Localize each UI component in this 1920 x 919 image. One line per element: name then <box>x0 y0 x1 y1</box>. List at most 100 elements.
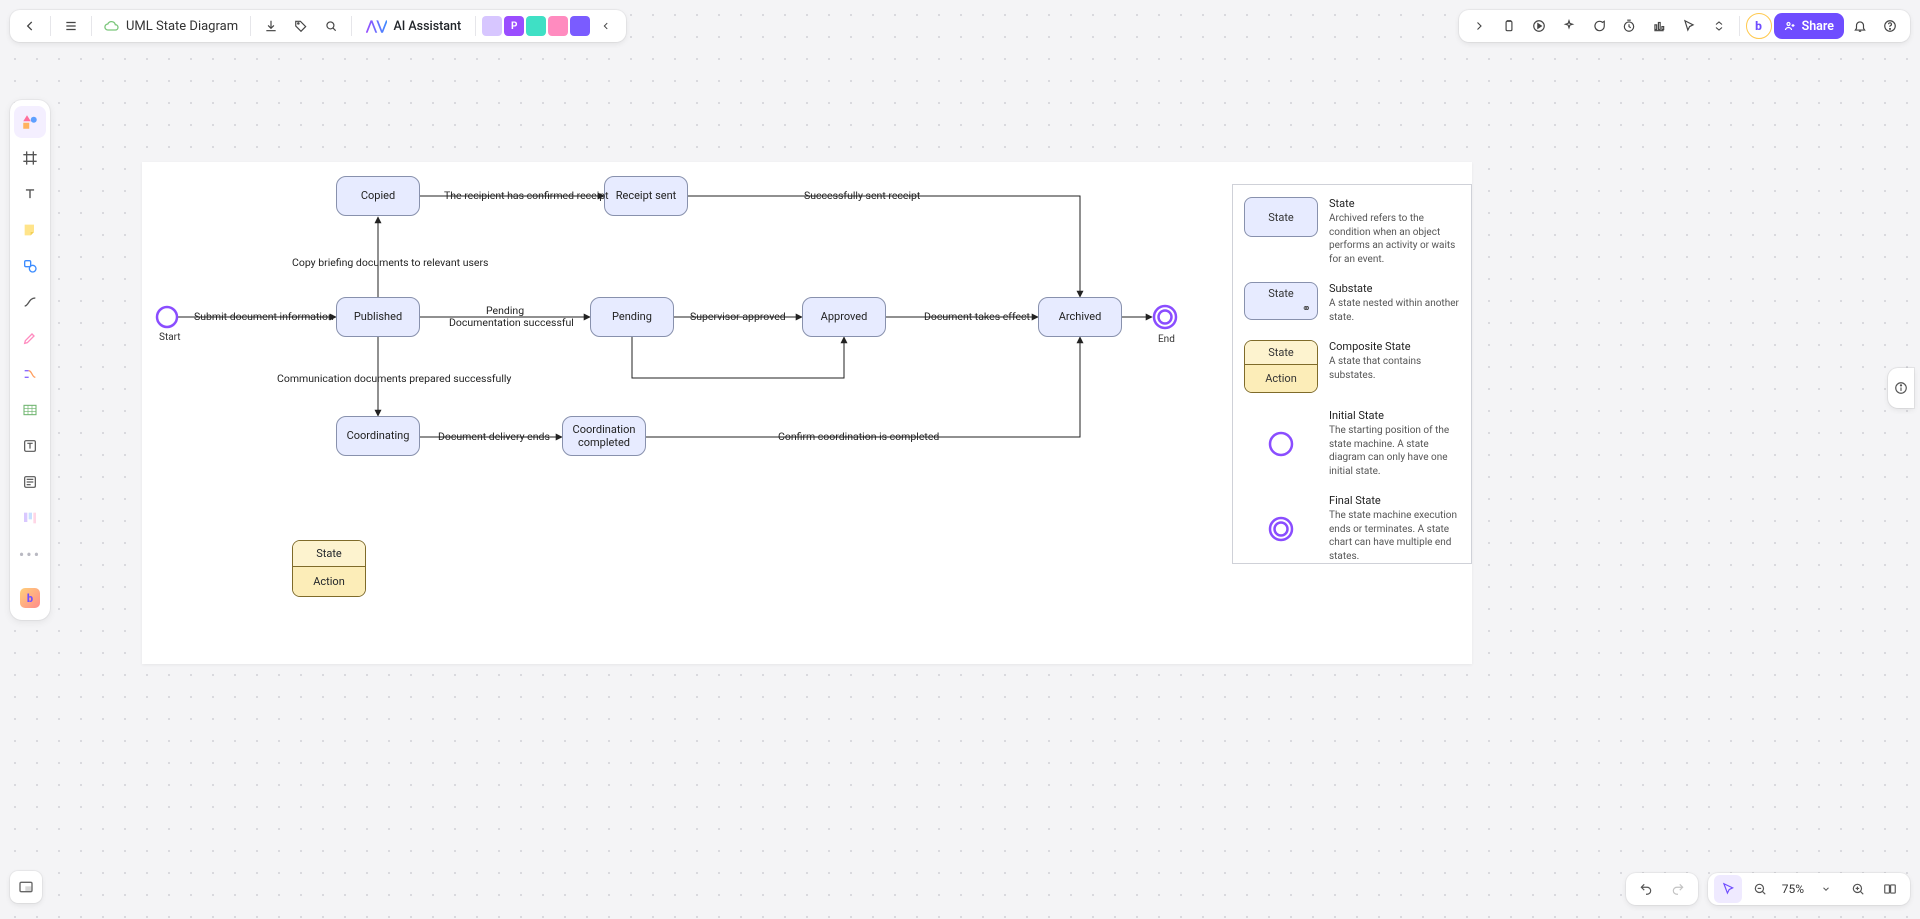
legend-row-final: Final State The state machine execution … <box>1243 494 1461 563</box>
text-box-button[interactable] <box>14 430 46 462</box>
edge-label: Communication documents prepared success… <box>277 372 511 385</box>
kanban-tool-button[interactable] <box>14 502 46 534</box>
state-approved[interactable]: Approved <box>802 297 886 337</box>
text-tool-button[interactable] <box>14 178 46 210</box>
collapse-collaborators-button[interactable] <box>592 12 620 40</box>
composite-state-example[interactable]: State Action <box>292 540 366 597</box>
info-panel-toggle[interactable] <box>1888 368 1914 408</box>
top-right-toolbar: b Share <box>1459 10 1910 42</box>
ai-logo-icon: ⋀⋁ <box>366 19 387 34</box>
ai-assistant-button[interactable]: ⋀⋁ AI Assistant <box>358 12 469 40</box>
edge-label: Document delivery ends <box>438 430 550 443</box>
shape-tool-button[interactable] <box>14 250 46 282</box>
fit-view-button[interactable] <box>1876 875 1904 903</box>
state-receipt-sent[interactable]: Receipt sent <box>604 176 688 216</box>
more-tools-button[interactable]: ••• <box>14 538 46 570</box>
expand-left-button[interactable] <box>1465 12 1493 40</box>
share-icon <box>1784 20 1796 32</box>
list-tool-button[interactable] <box>14 466 46 498</box>
zoom-in-button[interactable] <box>1844 875 1872 903</box>
search-button[interactable] <box>317 12 345 40</box>
legend-substate-icon: State ⚭ <box>1244 282 1318 320</box>
edge-label: Submit document information <box>194 310 334 323</box>
legend-title: Composite State <box>1329 340 1461 353</box>
collaborator-avatar[interactable] <box>482 16 502 36</box>
legend-row-state: State State Archived refers to the condi… <box>1243 197 1461 266</box>
legend-row-initial: Initial State The starting position of t… <box>1243 409 1461 478</box>
state-pending[interactable]: Pending <box>590 297 674 337</box>
cloud-icon <box>104 18 120 34</box>
sparkle-button[interactable] <box>1555 12 1583 40</box>
flow-tool-button[interactable] <box>14 358 46 390</box>
collaborator-avatar[interactable] <box>570 16 590 36</box>
menu-button[interactable] <box>57 12 85 40</box>
edge-label: Documentation successful <box>449 316 574 329</box>
initial-state-label: Start <box>159 332 181 343</box>
legend-desc: The state machine execution ends or term… <box>1329 509 1461 563</box>
timer-button[interactable] <box>1615 12 1643 40</box>
substate-link-icon: ⚭ <box>1302 302 1311 315</box>
connector-tool-button[interactable] <box>14 286 46 318</box>
brand-badge[interactable]: b <box>1746 13 1772 39</box>
state-published[interactable]: Published <box>336 297 420 337</box>
legend-desc: Archived refers to the condition when an… <box>1329 212 1461 266</box>
legend-final-icon <box>1267 515 1295 543</box>
cursor-tool-button[interactable] <box>1675 12 1703 40</box>
collaborator-avatar[interactable] <box>548 16 568 36</box>
analytics-button[interactable] <box>1645 12 1673 40</box>
edge-label: Confirm coordination is completed <box>778 430 939 443</box>
state-copied[interactable]: Copied <box>336 176 420 216</box>
clipboard-button[interactable] <box>1495 12 1523 40</box>
zoom-level[interactable]: 75% <box>1778 882 1808 896</box>
tag-button[interactable] <box>287 12 315 40</box>
legend-desc: A state that contains substates. <box>1329 355 1461 382</box>
state-coord-done[interactable]: Coordination completed <box>562 416 646 456</box>
legend-desc: The starting position of the state machi… <box>1329 424 1461 478</box>
sticky-note-button[interactable] <box>14 214 46 246</box>
share-label: Share <box>1802 19 1834 34</box>
help-button[interactable] <box>1876 12 1904 40</box>
top-left-toolbar: UML State Diagram ⋀⋁ AI Assistant P <box>10 10 626 42</box>
frame-tool-button[interactable] <box>14 142 46 174</box>
edge-label: Copy briefing documents to relevant user… <box>292 256 488 269</box>
redo-button[interactable] <box>1664 875 1692 903</box>
shapes-library-button[interactable] <box>14 106 46 138</box>
comment-button[interactable] <box>1585 12 1613 40</box>
state-coordinating[interactable]: Coordinating <box>336 416 420 456</box>
final-state-node[interactable] <box>1152 304 1178 330</box>
document-title[interactable]: UML State Diagram <box>98 12 244 40</box>
minimap-toggle-button[interactable] <box>10 871 42 903</box>
table-tool-button[interactable] <box>14 394 46 426</box>
share-button[interactable]: Share <box>1774 13 1844 39</box>
legend-title: Initial State <box>1329 409 1461 422</box>
bottom-right-toolbar: 75% <box>1626 873 1910 905</box>
app-badge-button[interactable]: b <box>14 582 46 614</box>
initial-state-node[interactable] <box>155 305 179 329</box>
collaborator-avatar[interactable] <box>526 16 546 36</box>
document-title-text: UML State Diagram <box>126 19 238 34</box>
edge-label: Supervisor approved <box>690 310 786 323</box>
zoom-out-button[interactable] <box>1746 875 1774 903</box>
legend-panel[interactable]: State State Archived refers to the condi… <box>1232 184 1472 564</box>
pen-tool-button[interactable] <box>14 322 46 354</box>
edge-label: Document takes effect <box>924 310 1030 323</box>
left-toolbar: ••• b <box>10 100 50 620</box>
legend-title: State <box>1329 197 1461 210</box>
zoom-menu-button[interactable] <box>1812 875 1840 903</box>
legend-state-icon: State <box>1244 197 1318 237</box>
legend-initial-icon <box>1267 430 1295 458</box>
legend-row-substate: State ⚭ Substate A state nested within a… <box>1243 282 1461 324</box>
collaborator-avatar[interactable]: P <box>504 16 524 36</box>
back-button[interactable] <box>16 12 44 40</box>
legend-composite-icon: State Action <box>1244 340 1318 393</box>
undo-button[interactable] <box>1632 875 1660 903</box>
download-button[interactable] <box>257 12 285 40</box>
play-button[interactable] <box>1525 12 1553 40</box>
more-tools-button[interactable] <box>1705 12 1733 40</box>
legend-title: Final State <box>1329 494 1461 507</box>
legend-desc: A state nested within another state. <box>1329 297 1461 324</box>
state-archived[interactable]: Archived <box>1038 297 1122 337</box>
legend-row-composite: State Action Composite State A state tha… <box>1243 340 1461 393</box>
pointer-mode-button[interactable] <box>1714 875 1742 903</box>
notifications-button[interactable] <box>1846 12 1874 40</box>
